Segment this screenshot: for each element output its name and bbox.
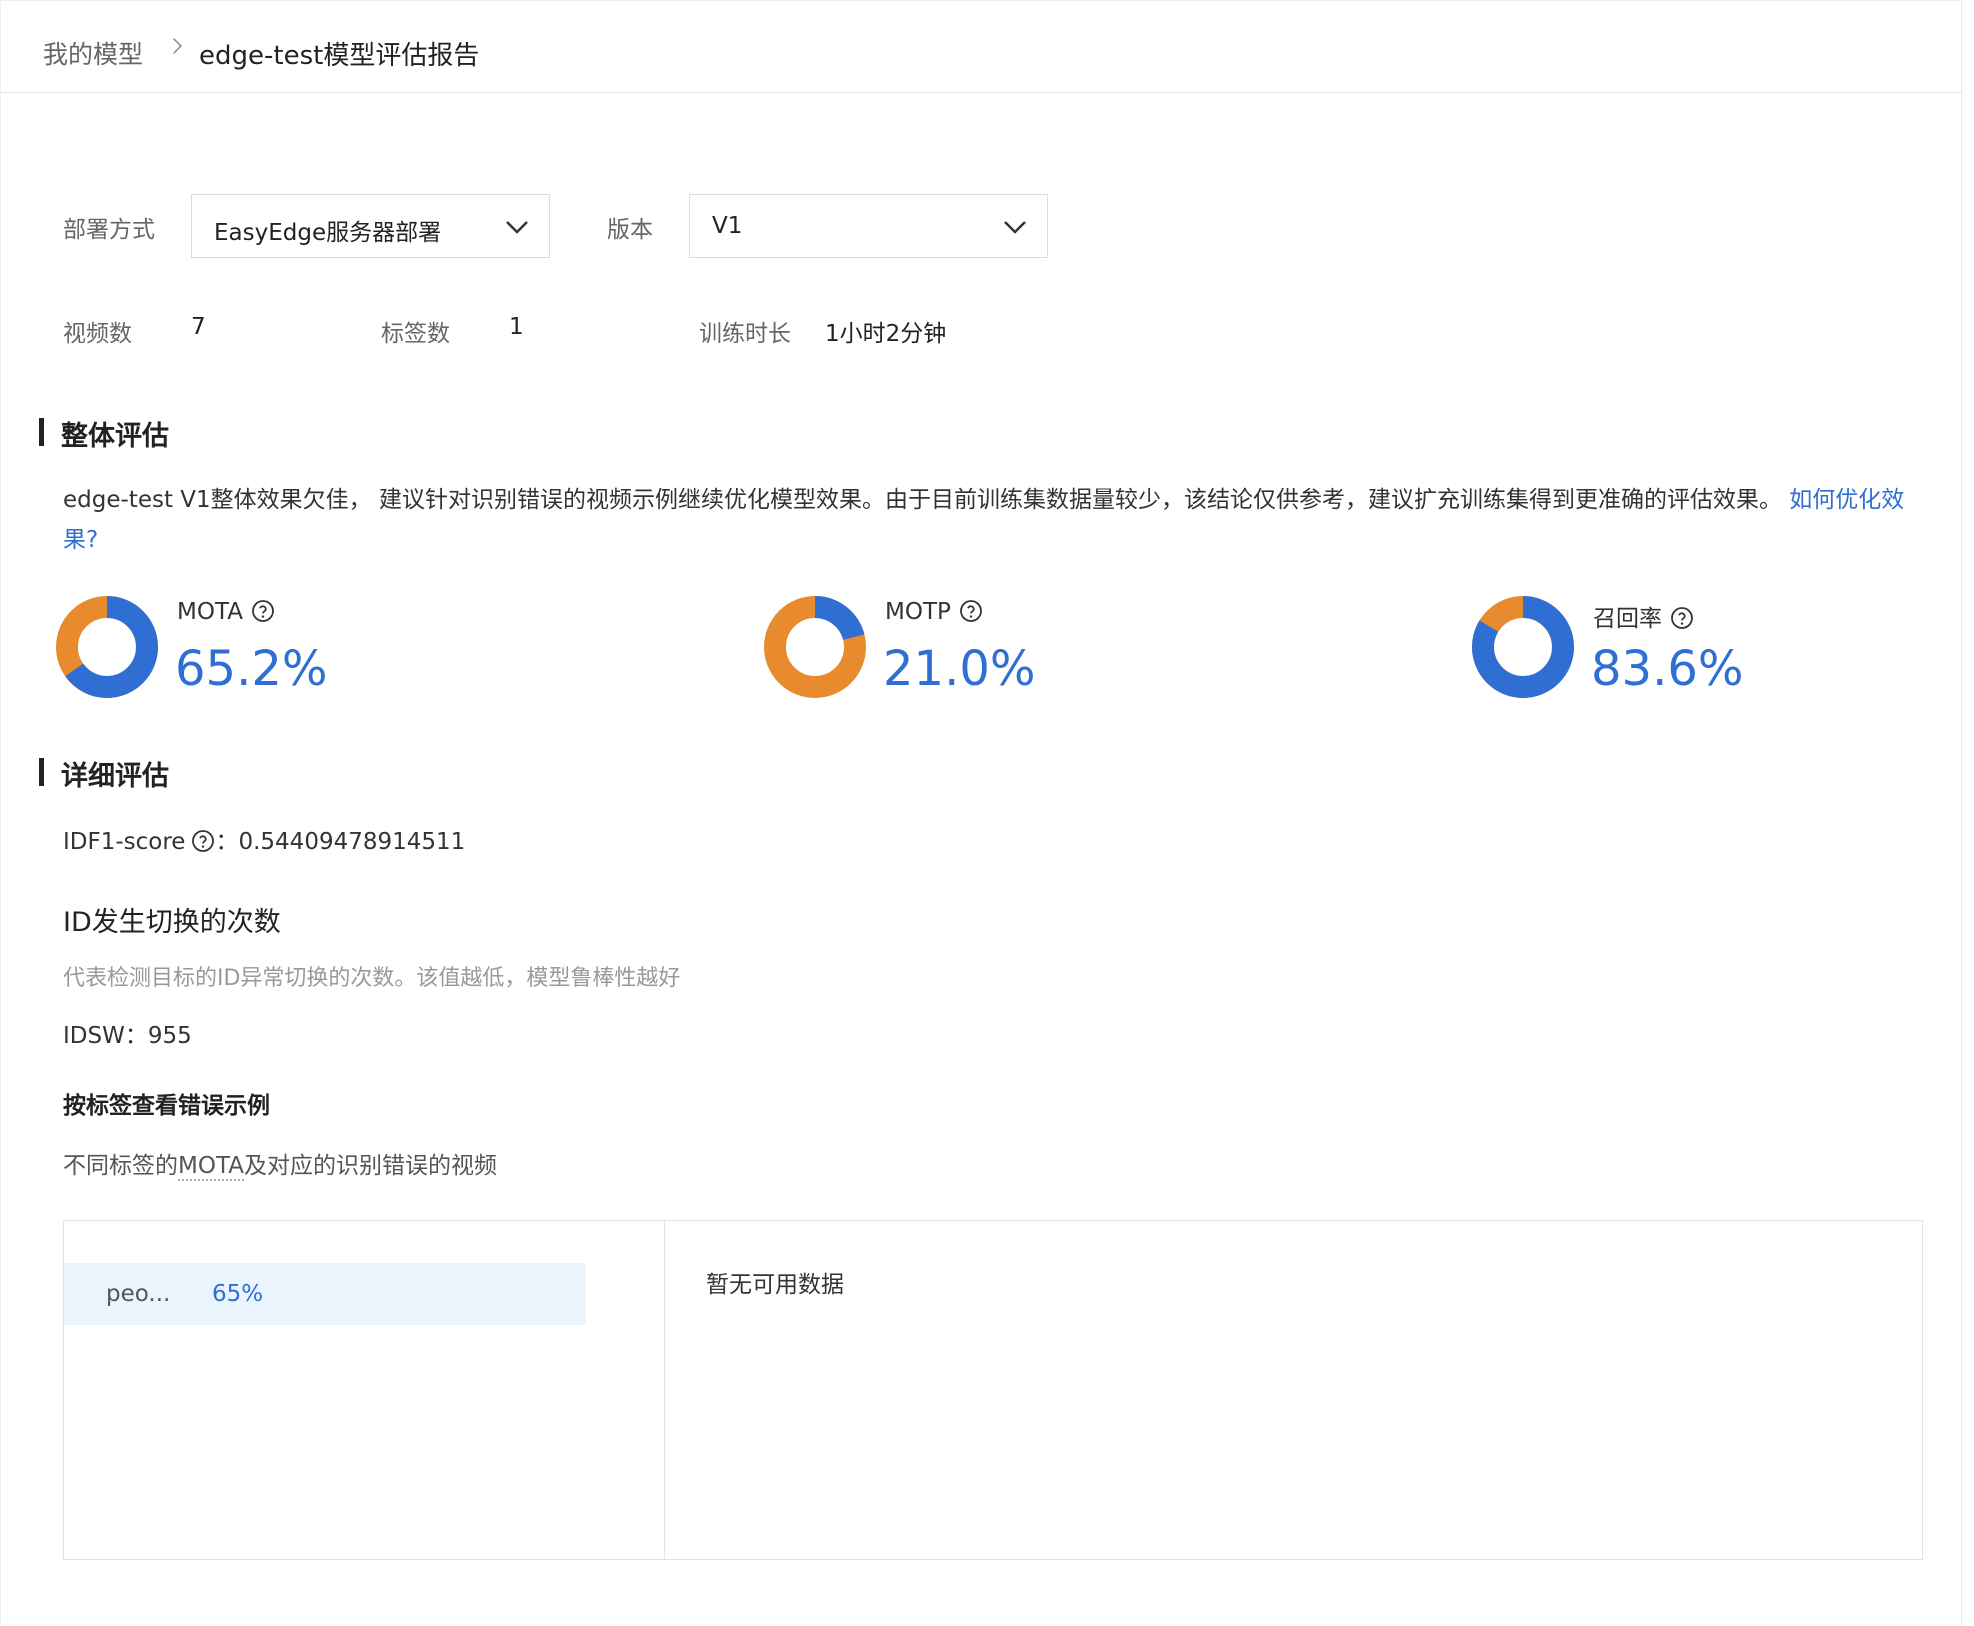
tags-value: 1 — [509, 314, 524, 340]
idsw-description: 代表检测目标的ID异常切换的次数。该值越低，模型鲁棒性越好 — [63, 966, 681, 991]
question-circle-icon[interactable] — [1670, 606, 1694, 630]
recall-donut-chart — [1472, 596, 1574, 698]
idf1-separator: ： — [215, 829, 239, 855]
mota-donut-chart — [56, 596, 158, 698]
breadcrumb: 我的模型 edge-test模型评估报告 — [1, 0, 1963, 93]
idsw-row: IDSW：955 — [63, 1016, 192, 1050]
deploy-label: 部署方式 — [63, 217, 155, 243]
idf1-value: 0.54409478914511 — [238, 829, 466, 855]
version-label: 版本 — [607, 217, 653, 243]
by-tag-desc-pre: 不同标签的 — [63, 1153, 178, 1179]
page-frame: 我的模型 edge-test模型评估报告 部署方式 EasyEdge服务器部署 … — [0, 0, 1963, 1626]
duration-label: 训练时长 — [699, 321, 791, 347]
videos-label: 视频数 — [63, 321, 132, 347]
tag-error-panel: peo... 65% 暂无可用数据 — [63, 1220, 1923, 1560]
version-select-value: V1 — [712, 213, 743, 239]
metric-name: MOTP — [885, 599, 983, 625]
deploy-select[interactable]: EasyEdge服务器部署 — [191, 194, 550, 258]
by-tag-description: 不同标签的MOTA及对应的识别错误的视频 — [63, 1146, 497, 1181]
question-circle-icon[interactable] — [959, 599, 983, 623]
metric-value: 21.0% — [883, 641, 1036, 697]
videos-value: 7 — [191, 314, 206, 340]
duration-value: 1小时2分钟 — [825, 321, 947, 347]
idsw-value: 955 — [147, 1023, 192, 1049]
metric-value: 83.6% — [1591, 641, 1744, 697]
detail-section-title: 详细评估 — [39, 754, 169, 793]
chevron-right-icon — [173, 38, 182, 54]
breadcrumb-home-link[interactable]: 我的模型 — [43, 35, 143, 71]
metric-name-text: 召回率 — [1593, 606, 1662, 632]
metric-name: 召回率 — [1593, 599, 1694, 633]
section-marker — [39, 758, 44, 786]
summary-text: edge-test V1整体效果欠佳， 建议针对识别错误的视频示例继续优化模型效… — [63, 487, 1790, 513]
section-marker — [39, 418, 44, 446]
metric-name-text: MOTA — [177, 599, 243, 625]
breadcrumb-current: edge-test模型评估报告 — [199, 41, 480, 71]
detail-title-text: 详细评估 — [61, 761, 169, 792]
version-select[interactable]: V1 — [689, 194, 1048, 258]
metric-name-text: MOTP — [885, 599, 951, 625]
tags-label: 标签数 — [381, 321, 450, 347]
overall-section-title: 整体评估 — [39, 414, 169, 453]
by-tag-desc-post: 及对应的识别错误的视频 — [243, 1153, 497, 1179]
empty-state-text: 暂无可用数据 — [706, 1272, 844, 1298]
metric-motp: MOTP 21.0% — [763, 595, 1363, 705]
deploy-select-value: EasyEdge服务器部署 — [214, 220, 442, 246]
list-item[interactable]: peo... 65% — [64, 1263, 586, 1325]
tag-name: peo... — [106, 1281, 171, 1307]
metric-value: 65.2% — [175, 641, 328, 697]
idf1-score-row: IDF1-score ：0.54409478914511 — [63, 822, 465, 856]
motp-donut-chart — [764, 596, 866, 698]
question-circle-icon[interactable] — [191, 829, 215, 853]
tag-list: peo... 65% — [64, 1221, 665, 1559]
tag-mota-value: 65% — [212, 1281, 264, 1307]
idsw-title: ID发生切换的次数 — [63, 907, 281, 938]
chevron-down-icon — [506, 221, 528, 234]
overall-summary: edge-test V1整体效果欠佳， 建议针对识别错误的视频示例继续优化模型效… — [63, 480, 1931, 560]
metric-name: MOTA — [177, 599, 275, 625]
mota-term-tooltip[interactable]: MOTA — [178, 1153, 244, 1181]
metric-recall: 召回率 83.6% — [1471, 595, 1974, 705]
overall-title-text: 整体评估 — [61, 421, 169, 452]
idsw-label: IDSW： — [63, 1023, 148, 1049]
question-circle-icon[interactable] — [251, 599, 275, 623]
idf1-label: IDF1-score — [63, 829, 186, 855]
metric-mota: MOTA 65.2% — [55, 595, 655, 705]
chevron-down-icon — [1004, 221, 1026, 234]
by-tag-title: 按标签查看错误示例 — [63, 1093, 270, 1119]
